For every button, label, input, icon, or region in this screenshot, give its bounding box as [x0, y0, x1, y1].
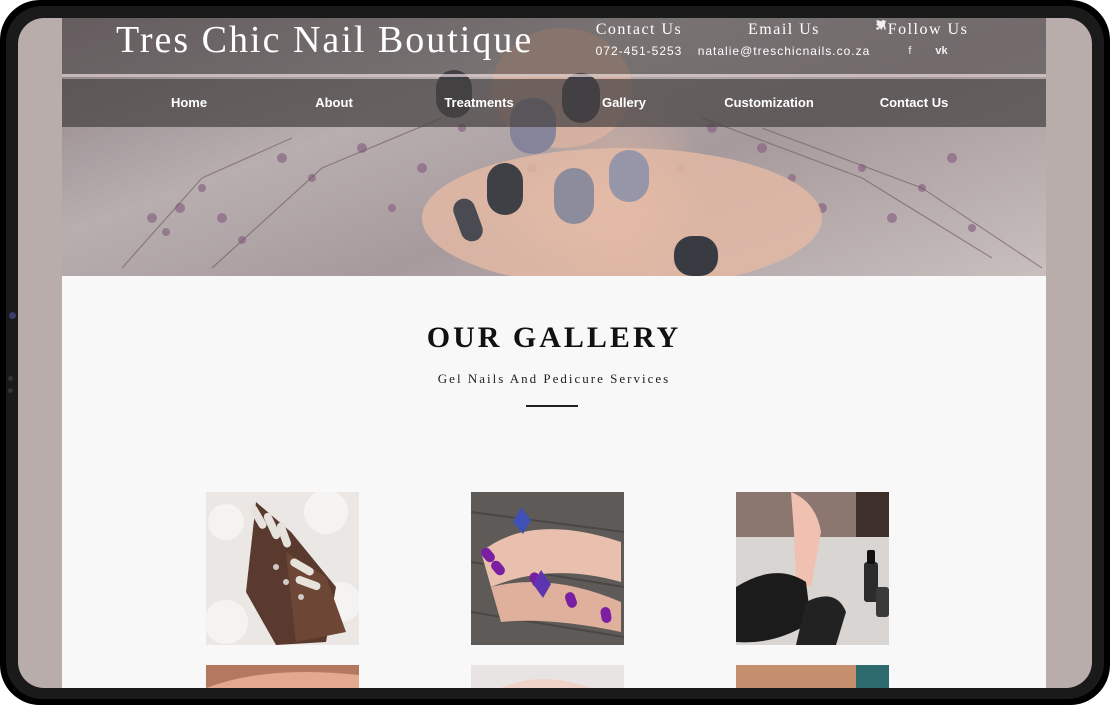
nav-item-about[interactable]: About	[315, 79, 353, 127]
nav-item-contact-us[interactable]: Contact Us	[880, 79, 949, 127]
phone-link[interactable]: 072-451-5253	[587, 40, 691, 62]
hero-banner: Tres Chic Nail Boutique Contact Us 072-4…	[62, 18, 1046, 276]
sensor-dot	[8, 376, 13, 381]
follow-block: Follow Us f vk	[876, 20, 980, 58]
gallery-image-manicurist-gloves[interactable]	[736, 492, 889, 645]
header-divider	[62, 74, 1046, 77]
contact-email-block: Email Us natalie@treschicnails.co.za	[696, 20, 872, 62]
gallery-image-5[interactable]	[471, 665, 624, 688]
web-page: Tres Chic Nail Boutique Contact Us 072-4…	[62, 18, 1046, 688]
contact-heading: Contact Us	[595, 21, 683, 38]
nav-item-treatments[interactable]: Treatments	[444, 79, 513, 127]
gallery-image-nails-on-fur[interactable]	[206, 492, 359, 645]
gallery-image-purple-nails[interactable]	[471, 492, 624, 645]
camera-icon	[9, 312, 16, 319]
gallery-subtitle: Gel Nails And Pedicure Services	[437, 371, 671, 386]
title-divider	[526, 405, 578, 407]
top-header-bar: Tres Chic Nail Boutique Contact Us 072-4…	[62, 18, 1046, 74]
vk-icon[interactable]: vk	[935, 44, 947, 58]
tablet-screen: Tres Chic Nail Boutique Contact Us 072-4…	[18, 18, 1092, 688]
site-title[interactable]: Tres Chic Nail Boutique	[116, 18, 533, 74]
social-links: f vk	[876, 20, 980, 58]
main-navigation: Home About Treatments Gallery Customizat…	[62, 79, 1046, 127]
contact-phone-block: Contact Us 072-451-5253	[587, 20, 691, 62]
follow-heading: Follow Us	[887, 21, 969, 38]
tablet-frame: Tres Chic Nail Boutique Contact Us 072-4…	[0, 0, 1110, 705]
sensor-dot	[8, 388, 13, 393]
facebook-icon[interactable]: f	[908, 44, 911, 58]
nav-item-home[interactable]: Home	[171, 79, 207, 127]
nav-item-gallery[interactable]: Gallery	[602, 79, 646, 127]
gallery-image-4[interactable]	[206, 665, 359, 688]
gallery-title: OUR GALLERY	[426, 321, 682, 354]
email-link[interactable]: natalie@treschicnails.co.za	[696, 40, 872, 62]
email-heading: Email Us	[748, 21, 820, 38]
gallery-image-6[interactable]	[736, 665, 889, 688]
nav-item-customization[interactable]: Customization	[724, 79, 814, 127]
